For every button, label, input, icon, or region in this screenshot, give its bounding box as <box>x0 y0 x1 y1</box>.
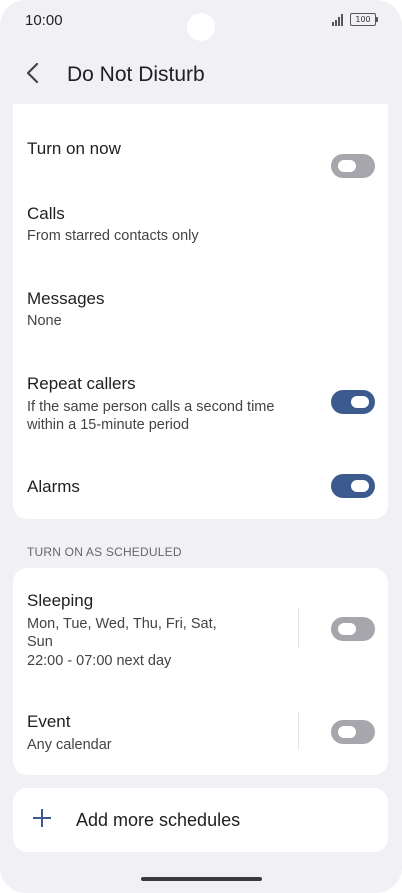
setting-repeat-callers[interactable]: Repeat callers If the same person calls … <box>13 364 388 444</box>
divider <box>298 609 299 647</box>
schedule-sleeping[interactable]: Sleeping Mon, Tue, Wed, Thu, Fri, Sat, S… <box>13 580 388 690</box>
setting-label: Repeat callers <box>27 374 136 393</box>
schedules-card: Sleeping Mon, Tue, Wed, Thu, Fri, Sat, S… <box>13 568 388 775</box>
schedule-label: Event <box>27 712 71 731</box>
setting-alarms[interactable]: Alarms <box>13 461 388 511</box>
setting-value: From starred contacts only <box>27 228 199 244</box>
front-camera <box>187 13 215 41</box>
schedule-description: Any calendar <box>27 737 112 753</box>
section-heading: TURN ON AS SCHEDULED <box>27 545 182 559</box>
event-toggle[interactable] <box>331 720 375 744</box>
alarms-toggle[interactable] <box>331 474 375 498</box>
toggle-knob <box>351 396 369 408</box>
add-more-schedules-button[interactable]: Add more schedules <box>13 788 388 852</box>
toggle-knob <box>338 160 356 172</box>
setting-turn-on-now[interactable]: Turn on now <box>13 122 388 178</box>
setting-label: Calls <box>27 204 65 223</box>
back-button[interactable] <box>18 58 48 88</box>
repeat-callers-toggle[interactable] <box>331 390 375 414</box>
schedule-days-line1: Mon, Tue, Wed, Thu, Fri, Sat, <box>27 616 217 632</box>
toggle-knob <box>338 623 356 635</box>
setting-label: Turn on now <box>27 139 121 158</box>
page-title: Do Not Disturb <box>67 63 205 86</box>
plus-icon <box>31 807 53 829</box>
divider <box>298 712 299 750</box>
add-schedules-label: Add more schedules <box>76 810 241 830</box>
turn-on-now-toggle[interactable] <box>331 154 375 178</box>
phone-screen: 10:00 100 Do Not Disturb Turn on now Cal… <box>0 0 402 893</box>
toggle-knob <box>338 726 356 738</box>
schedule-time: 22:00 - 07:00 next day <box>27 653 172 669</box>
schedule-days-line2: Sun <box>27 634 53 650</box>
setting-description-line1: If the same person calls a second time <box>27 399 275 415</box>
schedule-event[interactable]: Event Any calendar <box>13 702 388 764</box>
dnd-settings-card: Turn on now Calls From starred contacts … <box>13 104 388 519</box>
battery-icon: 100 <box>350 13 378 26</box>
setting-value: None <box>27 313 62 329</box>
schedule-label: Sleeping <box>27 591 94 610</box>
setting-label: Alarms <box>27 477 80 496</box>
sleeping-toggle[interactable] <box>331 617 375 641</box>
setting-label: Messages <box>27 289 105 308</box>
chevron-left-icon <box>26 62 39 84</box>
signal-icon <box>332 14 346 26</box>
status-time: 10:00 <box>25 12 63 29</box>
setting-calls[interactable]: Calls From starred contacts only <box>13 194 388 260</box>
toggle-knob <box>351 480 369 492</box>
status-bar: 10:00 100 <box>0 0 402 41</box>
setting-messages[interactable]: Messages None <box>13 279 388 345</box>
app-header: Do Not Disturb <box>0 52 402 100</box>
home-indicator[interactable] <box>141 877 262 881</box>
setting-description-line2: within a 15-minute period <box>27 417 190 433</box>
